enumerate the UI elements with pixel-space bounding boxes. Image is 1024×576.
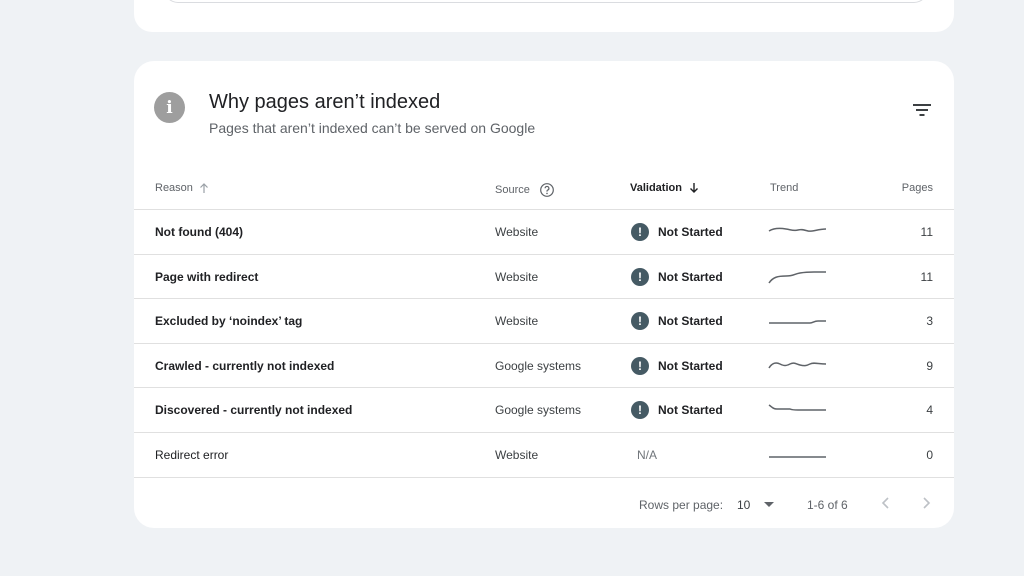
row-reason: Page with redirect <box>155 269 259 284</box>
table-row[interactable]: Excluded by ‘noindex’ tag Website ! Not … <box>134 299 954 344</box>
top-card <box>134 0 954 32</box>
column-label-validation: Validation <box>630 182 682 194</box>
pagination-range: 1-6 of 6 <box>807 498 848 512</box>
row-source: Website <box>495 314 539 329</box>
row-validation: N/A <box>637 433 657 477</box>
rows-per-page-select[interactable]: 10 <box>737 498 775 512</box>
arrow-up-icon <box>199 183 208 193</box>
row-reason: Redirect error <box>155 448 229 462</box>
arrow-down-icon <box>689 183 698 193</box>
row-source: Google systems <box>495 403 582 418</box>
not-indexed-card: i Why pages aren’t indexed Pages that ar… <box>134 61 954 528</box>
trend-sparkline <box>768 433 828 477</box>
row-validation: ! Not Started <box>631 210 723 254</box>
warning-icon: ! <box>631 356 649 375</box>
warning-icon: ! <box>631 223 649 241</box>
info-icon: i <box>154 92 185 123</box>
column-header-source[interactable]: Source <box>495 182 555 198</box>
warning-icon: ! <box>631 401 649 420</box>
filter-icon[interactable] <box>912 102 932 118</box>
row-reason: Excluded by ‘noindex’ tag <box>155 314 303 329</box>
row-pages: 11 <box>920 225 933 239</box>
rows-per-page-label: Rows per page: <box>639 498 724 512</box>
chevron-right-icon[interactable] <box>920 496 932 510</box>
trend-sparkline <box>768 210 828 254</box>
validation-status: Not Started <box>658 269 723 284</box>
table-header: Reason Source Validation Trend Pages <box>134 166 954 210</box>
column-header-reason[interactable]: Reason <box>155 182 209 194</box>
table-row[interactable]: Discovered - currently not indexed Googl… <box>134 388 954 433</box>
rows-per-page-value: 10 <box>737 498 751 512</box>
validation-status: Not Started <box>658 225 723 239</box>
row-validation: ! Not Started <box>631 255 723 299</box>
row-validation: ! Not Started <box>631 388 723 432</box>
help-icon[interactable] <box>539 182 555 198</box>
row-source: Google systems <box>495 358 582 373</box>
column-label-pages: Pages <box>901 182 933 194</box>
row-pages: 0 <box>926 448 933 462</box>
card-title: Why pages aren’t indexed <box>209 91 441 113</box>
column-header-validation[interactable]: Validation <box>630 182 700 194</box>
row-source: Website <box>495 269 539 284</box>
validation-status: Not Started <box>658 358 723 373</box>
trend-sparkline <box>768 388 828 432</box>
validation-status: Not Started <box>658 314 723 329</box>
trend-sparkline <box>768 344 828 388</box>
search-field-edge[interactable] <box>164 0 928 3</box>
dropdown-arrow-icon <box>764 502 775 507</box>
validation-status: Not Started <box>658 403 723 418</box>
row-pages: 4 <box>926 403 933 418</box>
pagination: Rows per page: 10 1-6 of 6 <box>134 478 954 528</box>
column-label-trend: Trend <box>770 182 799 194</box>
card-subtitle: Pages that aren’t indexed can’t be serve… <box>209 120 536 136</box>
column-header-pages[interactable]: Pages <box>902 182 933 194</box>
warning-icon: ! <box>631 312 649 331</box>
column-header-trend: Trend <box>770 182 798 194</box>
row-reason: Not found (404) <box>155 225 243 239</box>
trend-sparkline <box>768 255 828 299</box>
validation-status: N/A <box>637 448 658 462</box>
row-reason: Discovered - currently not indexed <box>155 403 353 418</box>
row-pages: 11 <box>920 269 933 284</box>
warning-icon: ! <box>631 267 649 286</box>
row-source: Website <box>495 225 539 239</box>
table-row[interactable]: Page with redirect Website ! Not Started… <box>134 255 954 300</box>
row-source: Website <box>495 448 539 462</box>
chevron-left-icon[interactable] <box>880 496 892 510</box>
table-row[interactable]: Crawled - currently not indexed Google s… <box>134 344 954 389</box>
trend-sparkline <box>768 299 828 343</box>
column-label-reason: Reason <box>155 182 193 194</box>
table-row[interactable]: Redirect error Website N/A 0 <box>134 433 954 478</box>
row-validation: ! Not Started <box>631 299 723 343</box>
row-pages: 3 <box>926 314 933 329</box>
column-label-source: Source <box>495 184 530 196</box>
row-pages: 9 <box>926 358 933 373</box>
row-validation: ! Not Started <box>631 344 723 388</box>
row-reason: Crawled - currently not indexed <box>155 358 335 373</box>
table-row[interactable]: Not found (404) Website ! Not Started 11 <box>134 210 954 255</box>
